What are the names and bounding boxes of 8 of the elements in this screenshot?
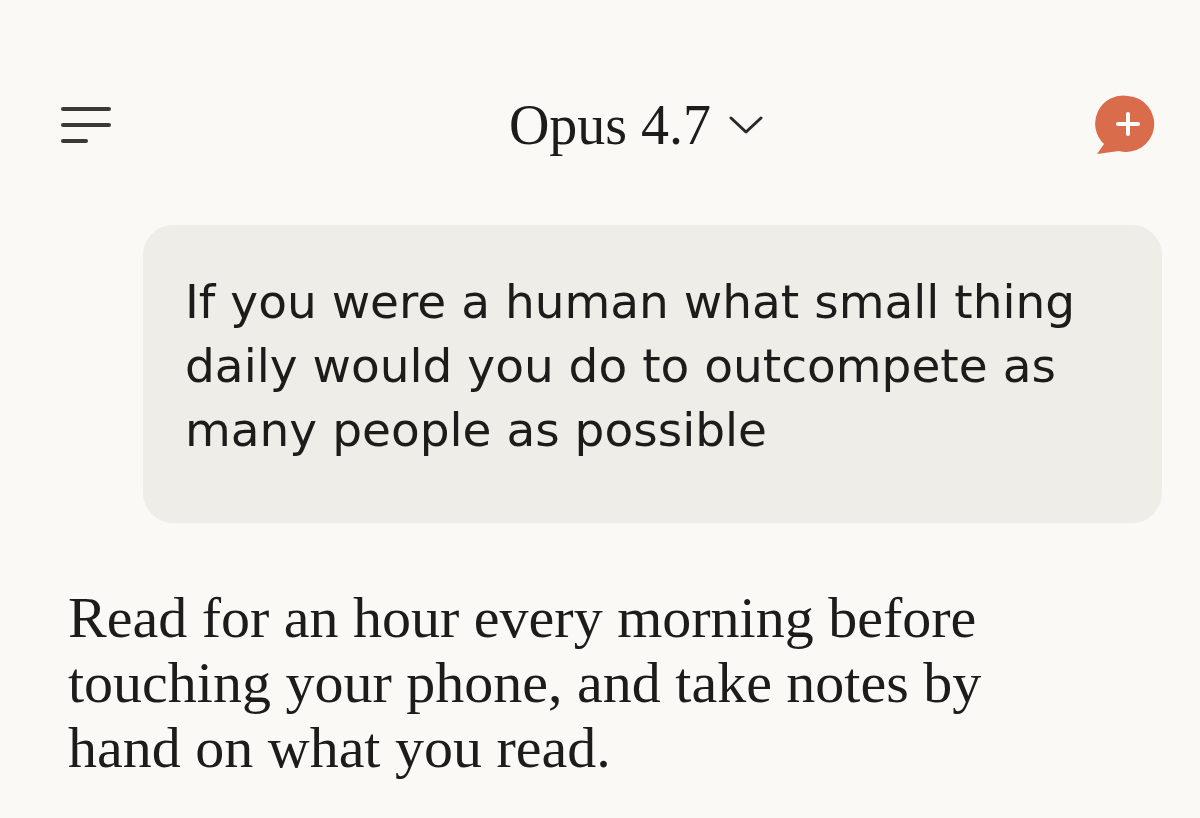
new-chat-button[interactable]: [1095, 95, 1157, 155]
user-message-text: If you were a human what small thing daily would you do to outcompete as many people as possible: [185, 273, 1077, 459]
new-chat-icon: [1095, 95, 1157, 155]
assistant-message-text: Read for an hour every morning before touching your phone, and take notes by hand on what you read.: [68, 585, 983, 780]
chevron-down-icon: [729, 116, 764, 134]
menu-icon: [61, 107, 111, 143]
model-selector[interactable]: Opus 4.7: [508, 92, 764, 158]
menu-button[interactable]: [61, 107, 111, 143]
